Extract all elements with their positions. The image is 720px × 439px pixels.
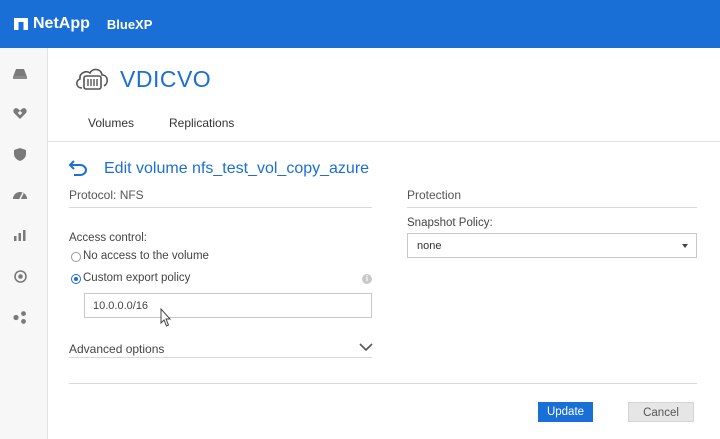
working-environment-name: VDICVO	[120, 65, 212, 92]
update-button[interactable]: Update	[538, 402, 593, 422]
info-icon[interactable]: i	[362, 274, 372, 284]
snapshot-policy-label: Snapshot Policy:	[407, 217, 493, 229]
health-icon[interactable]	[12, 106, 28, 120]
analytics-icon[interactable]	[12, 228, 28, 242]
tab-volumes[interactable]: Volumes	[88, 116, 134, 130]
cancel-button[interactable]: Cancel	[628, 402, 694, 422]
custom-export-policy-label[interactable]: Custom export policy	[83, 272, 190, 284]
export-policy-input[interactable]	[84, 293, 372, 318]
footer-divider	[69, 383, 697, 384]
netapp-logo[interactable]: NetApp	[14, 15, 90, 33]
left-sidebar	[0, 48, 48, 439]
globe-icon[interactable]	[12, 269, 28, 283]
product-name: BlueXP	[106, 16, 153, 32]
protection-label: Protection	[407, 188, 462, 202]
access-control-label: Access control:	[69, 232, 147, 244]
protection-icon[interactable]	[12, 147, 28, 161]
protocol-label: Protocol: NFS	[69, 188, 144, 202]
snapshot-policy-value: none	[417, 240, 442, 252]
custom-export-policy-radio[interactable]	[71, 274, 81, 284]
mouse-pointer-icon	[160, 308, 172, 327]
brand-name: NetApp	[33, 15, 90, 32]
protection-divider	[407, 207, 697, 208]
tabs-bar: Volumes Replications	[48, 100, 720, 142]
storage-icon[interactable]	[12, 66, 28, 80]
chevron-down-icon[interactable]	[359, 343, 373, 352]
edit-volume-title: Edit volume nfs_test_vol_copy_azure	[104, 160, 370, 177]
netapp-logo-icon	[14, 18, 28, 30]
snapshot-policy-select[interactable]: none	[407, 233, 697, 258]
advanced-divider	[69, 357, 372, 358]
caret-down-icon	[682, 244, 688, 248]
no-access-label[interactable]: No access to the volume	[83, 250, 209, 262]
working-environment-header: VDICVO	[74, 64, 211, 94]
cloud-volumes-icon	[76, 68, 108, 90]
share-icon[interactable]	[12, 310, 28, 324]
back-arrow-icon[interactable]	[68, 160, 88, 176]
no-access-radio[interactable]	[71, 252, 81, 262]
main-content: VDICVO Volumes Replications Edit volume …	[48, 48, 720, 439]
advanced-options-toggle[interactable]: Advanced options	[69, 342, 164, 356]
performance-icon[interactable]	[12, 187, 28, 201]
tab-replications[interactable]: Replications	[169, 116, 234, 130]
top-navigation-bar: NetApp BlueXP	[0, 0, 720, 48]
protocol-divider	[69, 207, 372, 208]
